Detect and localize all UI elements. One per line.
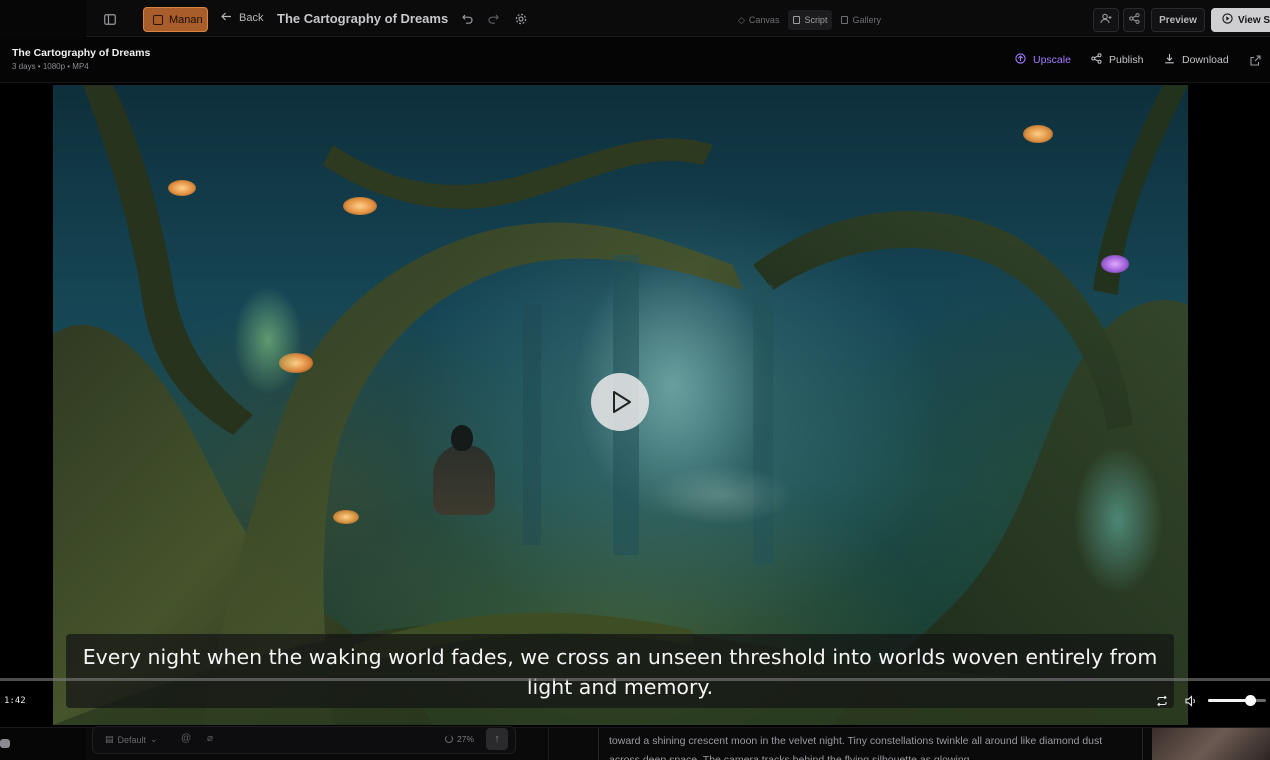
mist xyxy=(653,465,793,525)
fern-glow xyxy=(1073,445,1163,595)
video-title: The Cartography of Dreams xyxy=(12,47,151,59)
figure-head xyxy=(451,425,473,451)
mushroom-glow xyxy=(1101,255,1129,273)
play-circle-icon xyxy=(1222,13,1233,27)
undo-icon[interactable] xyxy=(458,10,476,28)
play-button[interactable] xyxy=(591,373,649,431)
script-editor[interactable]: toward a shining crescent moon in the ve… xyxy=(598,728,1143,760)
share-nodes-icon xyxy=(1091,53,1102,67)
view-switcher: ◇ Canvas Script Gallery xyxy=(733,10,886,30)
image-icon xyxy=(841,16,849,24)
progress-ring-icon xyxy=(445,735,453,743)
add-user-button[interactable] xyxy=(1093,8,1119,32)
volume-icon[interactable] xyxy=(1185,694,1198,707)
external-link-icon[interactable] xyxy=(1250,53,1262,66)
video-meta: 3 days • 1080p • MP4 xyxy=(12,62,89,71)
upscale-button[interactable]: Upscale xyxy=(1015,53,1071,67)
document-icon xyxy=(793,16,801,24)
model-select[interactable]: ▤ Default ⌄ xyxy=(105,734,158,745)
video-frame[interactable] xyxy=(53,85,1188,725)
discord-icon[interactable] xyxy=(0,739,10,748)
sidebar-rail xyxy=(0,0,86,37)
tab-canvas[interactable]: ◇ Canvas xyxy=(733,10,784,30)
share-button[interactable] xyxy=(1123,8,1145,32)
download-icon xyxy=(1164,53,1175,67)
download-label: Download xyxy=(1182,54,1229,66)
preview-button[interactable]: Preview xyxy=(1151,8,1205,32)
tab-gallery[interactable]: Gallery xyxy=(836,10,886,30)
workspace-label: Manan xyxy=(169,13,203,26)
publish-button[interactable]: Publish xyxy=(1091,53,1143,67)
video-header: The Cartography of Dreams 3 days • 1080p… xyxy=(0,37,1270,83)
sidebar-toggle-icon[interactable] xyxy=(101,10,119,28)
video-player[interactable]: Every night when the waking world fades,… xyxy=(0,83,1270,727)
back-label: Back xyxy=(239,12,264,24)
redo-icon[interactable] xyxy=(484,10,502,28)
scene-thumbnail[interactable] xyxy=(1152,728,1270,760)
download-button[interactable]: Download xyxy=(1164,53,1229,67)
bottom-panel: ▤ Default ⌄ @ ⌀ 27% ↑ toward a shining c… xyxy=(0,726,1270,760)
document-icon: ▤ xyxy=(105,734,114,744)
send-button[interactable]: ↑ xyxy=(486,728,508,750)
loop-icon[interactable] xyxy=(1156,694,1168,707)
volume-level xyxy=(1208,699,1251,702)
workspace-icon xyxy=(153,14,163,25)
publish-label: Publish xyxy=(1109,54,1144,66)
panel-divider xyxy=(548,728,549,760)
add-user-icon xyxy=(1100,13,1112,27)
volume-handle[interactable] xyxy=(1245,695,1257,706)
mention-icon[interactable]: @ xyxy=(181,733,191,744)
chevron-down-icon: ⌄ xyxy=(150,734,158,744)
mushroom-glow xyxy=(1023,125,1053,143)
mushroom-glow xyxy=(333,510,359,524)
upscale-label: Upscale xyxy=(1033,54,1071,66)
workspace-button[interactable]: Manan xyxy=(143,7,208,32)
view-script-label: View S xyxy=(1238,14,1270,26)
usage-percent: 27% xyxy=(457,734,475,744)
back-button[interactable]: Back xyxy=(221,12,263,24)
attach-icon[interactable]: ⌀ xyxy=(207,733,213,744)
sidebar-rail-bottom xyxy=(0,728,86,760)
view-script-button[interactable]: View S xyxy=(1211,8,1270,32)
usage-indicator: 27% xyxy=(445,734,474,744)
tab-script-label: Script xyxy=(804,15,828,25)
mushroom-glow xyxy=(168,180,196,196)
subtitle-caption: Every night when the waking world fades,… xyxy=(66,634,1174,708)
settings-icon[interactable] xyxy=(512,10,530,28)
play-icon xyxy=(613,391,631,413)
project-title[interactable]: The Cartography of Dreams xyxy=(277,11,448,26)
share-icon xyxy=(1128,13,1140,27)
volume-slider[interactable] xyxy=(1208,695,1266,706)
upscale-icon xyxy=(1015,53,1026,67)
arrow-up-icon: ↑ xyxy=(494,733,500,745)
mushroom-glow xyxy=(343,197,377,215)
tab-canvas-label: Canvas xyxy=(748,15,780,25)
cloaked-figure xyxy=(433,445,495,515)
canvas-icon: ◇ xyxy=(738,14,745,25)
seek-bar[interactable] xyxy=(0,678,1270,681)
model-select-label: Default xyxy=(117,734,147,745)
top-toolbar: Manan Back The Cartography of Dreams ◇ C… xyxy=(0,0,1270,37)
prompt-composer[interactable]: ▤ Default ⌄ @ ⌀ 27% ↑ xyxy=(92,726,516,754)
tab-script[interactable]: Script xyxy=(788,10,833,30)
timecode: 1:42 xyxy=(4,696,26,706)
fern-glow xyxy=(233,285,303,395)
arrow-left-icon xyxy=(221,12,232,24)
tab-gallery-label: Gallery xyxy=(852,15,881,25)
